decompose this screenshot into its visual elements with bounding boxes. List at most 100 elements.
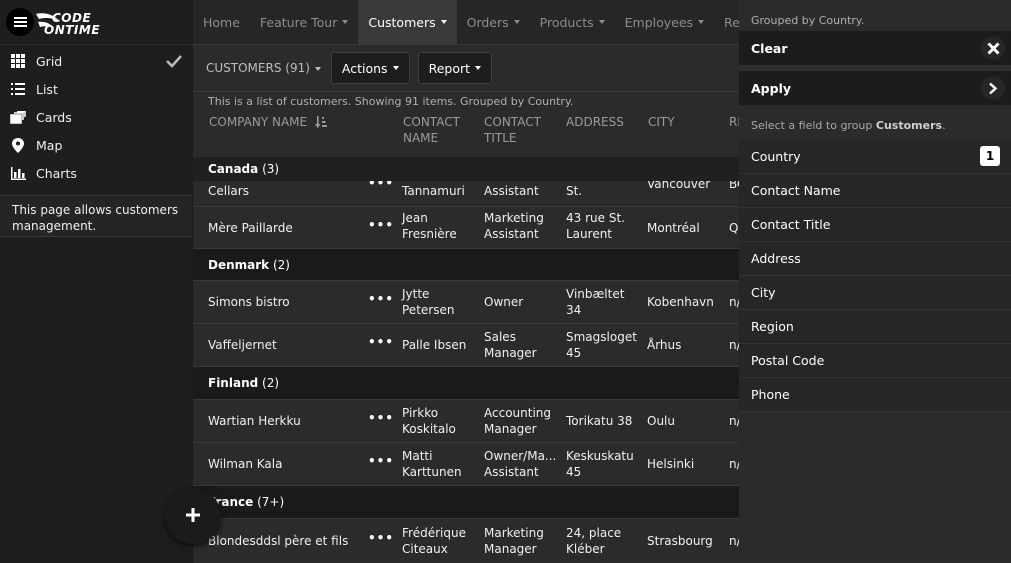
caret-down-icon xyxy=(342,20,349,24)
cell-line: Citeaux xyxy=(402,542,448,556)
group-header-finland[interactable]: Finland (2) xyxy=(193,367,739,400)
cell-line: Frédérique xyxy=(402,526,466,540)
column-header-address[interactable]: ADDRESS xyxy=(566,114,624,130)
clear-label: Clear xyxy=(751,40,788,56)
cell-city: Strasbourg xyxy=(647,534,713,548)
cell-address: Keskuskatu 45 xyxy=(566,448,634,480)
cell-address: Vinbæltet 34 xyxy=(566,286,624,318)
cell-line: Owner/Ma... xyxy=(484,449,557,463)
field-label: Postal Code xyxy=(751,353,825,368)
cell-line: Vinbæltet xyxy=(566,287,625,301)
view-item-map[interactable]: Map xyxy=(0,131,192,159)
clear-button[interactable]: Clear xyxy=(739,31,1011,71)
apply-button[interactable]: Apply xyxy=(739,71,1011,105)
cell-region: Q xyxy=(729,221,739,235)
nav-tab-home[interactable]: Home xyxy=(193,0,250,44)
close-icon xyxy=(981,36,1005,60)
actions-button[interactable]: Actions xyxy=(330,52,410,84)
row-actions-button[interactable]: ••• xyxy=(368,454,394,468)
cell-line: Manager xyxy=(484,422,537,436)
cell-line: 43 rue St. xyxy=(566,211,625,225)
group-field-contact-name[interactable]: Contact Name xyxy=(739,174,1011,208)
grid-icon xyxy=(0,54,36,68)
view-item-list[interactable]: List xyxy=(0,75,192,103)
column-header-label: CITY xyxy=(648,115,675,129)
nav-tab-orders[interactable]: Orders xyxy=(457,0,530,44)
table-row[interactable]: Wartian Herkku ••• Pirkko Koskitalo Accou… xyxy=(193,400,739,443)
field-label: Region xyxy=(751,319,794,334)
row-actions-button[interactable]: ••• xyxy=(368,218,394,232)
table-row[interactable]: Mère Paillarde ••• Jean Fresnière Marketi… xyxy=(193,207,739,249)
table-row[interactable]: Simons bistro ••• Jytte Petersen Owner Vi… xyxy=(193,281,739,324)
cell-line: Karttunen xyxy=(402,465,462,479)
report-label: Report xyxy=(428,60,471,76)
group-field-country[interactable]: Country 1 xyxy=(739,140,1011,174)
nav-tab-products[interactable]: Products xyxy=(530,0,615,44)
sticky-group-header[interactable]: Canada (3) xyxy=(193,157,739,181)
view-item-grid[interactable]: Grid xyxy=(0,47,192,75)
caret-down-icon xyxy=(513,20,520,24)
cell-line: Marketing xyxy=(484,211,544,225)
column-header-company-name[interactable]: COMPANY NAME xyxy=(209,114,327,132)
cell-company: Blondesddsl père et fils xyxy=(208,534,349,548)
cell-line: Manager xyxy=(484,346,537,360)
cell-city: Helsinki xyxy=(647,457,695,471)
group-count: (2) xyxy=(262,376,280,390)
view-list: Grid List Cards Map Charts xyxy=(0,45,192,187)
row-actions-button[interactable]: ••• xyxy=(368,292,394,306)
report-button[interactable]: Report xyxy=(417,52,493,84)
group-field-address[interactable]: Address xyxy=(739,242,1011,276)
view-selector[interactable]: CUSTOMERS (91) xyxy=(206,61,321,75)
view-item-label: List xyxy=(36,81,58,97)
group-field-phone[interactable]: Phone xyxy=(739,378,1011,412)
cell-region: n/ xyxy=(729,457,739,471)
table-row[interactable]: Wilman Kala ••• Matti Karttunen Owner/Ma.… xyxy=(193,443,739,486)
row-actions-button[interactable]: ••• xyxy=(368,531,394,545)
group-field-contact-title[interactable]: Contact Title xyxy=(739,208,1011,242)
add-button[interactable] xyxy=(165,488,221,544)
nav-tab-feature-tour[interactable]: Feature Tour xyxy=(250,0,358,44)
column-header-label: RE xyxy=(729,115,739,129)
group-header-denmark[interactable]: Denmark (2) xyxy=(193,249,739,281)
view-item-cards[interactable]: Cards xyxy=(0,103,192,131)
column-header-city[interactable]: CITY xyxy=(648,114,675,130)
row-actions-button[interactable]: ••• xyxy=(368,335,394,349)
table-row[interactable]: Blondesddsl père et fils ••• Frédérique C… xyxy=(193,519,739,563)
cell-line: 45 xyxy=(566,465,582,479)
field-label: Contact Name xyxy=(751,183,841,198)
cell-contact: Tannamuri xyxy=(402,184,465,198)
nav-tab-reports[interactable]: Reports xyxy=(714,0,739,44)
nav-tab-customers[interactable]: Customers xyxy=(358,0,457,44)
cell-line: Kléber xyxy=(566,542,605,556)
column-header-contact-title[interactable]: CONTACT TITLE xyxy=(484,114,541,146)
cell-company: Vaffeljernet xyxy=(208,338,277,352)
nav-tab-employees[interactable]: Employees xyxy=(615,0,714,44)
caret-down-icon xyxy=(440,20,447,24)
cell-line: Matti xyxy=(402,449,433,463)
group-by-panel: Grouped by Country. Clear Apply Select a… xyxy=(739,0,1011,563)
column-header-region[interactable]: RE xyxy=(729,114,739,130)
caret-down-icon xyxy=(598,20,605,24)
group-field-city[interactable]: City xyxy=(739,276,1011,310)
grid-info-line: This is a list of customers. Showing 91 … xyxy=(208,95,574,108)
group-field-region[interactable]: Region xyxy=(739,310,1011,344)
brand-bar: CODE ONTIME xyxy=(0,0,192,45)
table-row[interactable]: Vaffeljernet ••• Palle Ibsen Sales Manage… xyxy=(193,324,739,367)
logo[interactable]: CODE ONTIME xyxy=(34,8,104,38)
menu-button[interactable] xyxy=(6,8,34,36)
sidebar: CODE ONTIME Grid List Cards Map Charts T… xyxy=(0,0,192,563)
cell-line: Keskuskatu xyxy=(566,449,634,463)
hint-entity: Customers xyxy=(875,119,943,132)
field-label: Country xyxy=(751,149,801,164)
hint-text: Select a field to group xyxy=(751,119,876,132)
view-item-charts[interactable]: Charts xyxy=(0,159,192,187)
group-name: Denmark xyxy=(208,257,270,272)
group-name: Canada xyxy=(208,162,259,176)
row-actions-button[interactable]: ••• xyxy=(368,411,394,425)
group-header-france[interactable]: France (7+) xyxy=(193,486,739,519)
group-field-postal-code[interactable]: Postal Code xyxy=(739,344,1011,378)
cell-address: Torikatu 38 xyxy=(566,414,633,428)
panel-header: Grouped by Country. xyxy=(739,0,1011,31)
column-header-contact-name[interactable]: CONTACT NAME xyxy=(403,114,460,146)
view-item-label: Cards xyxy=(36,109,72,125)
